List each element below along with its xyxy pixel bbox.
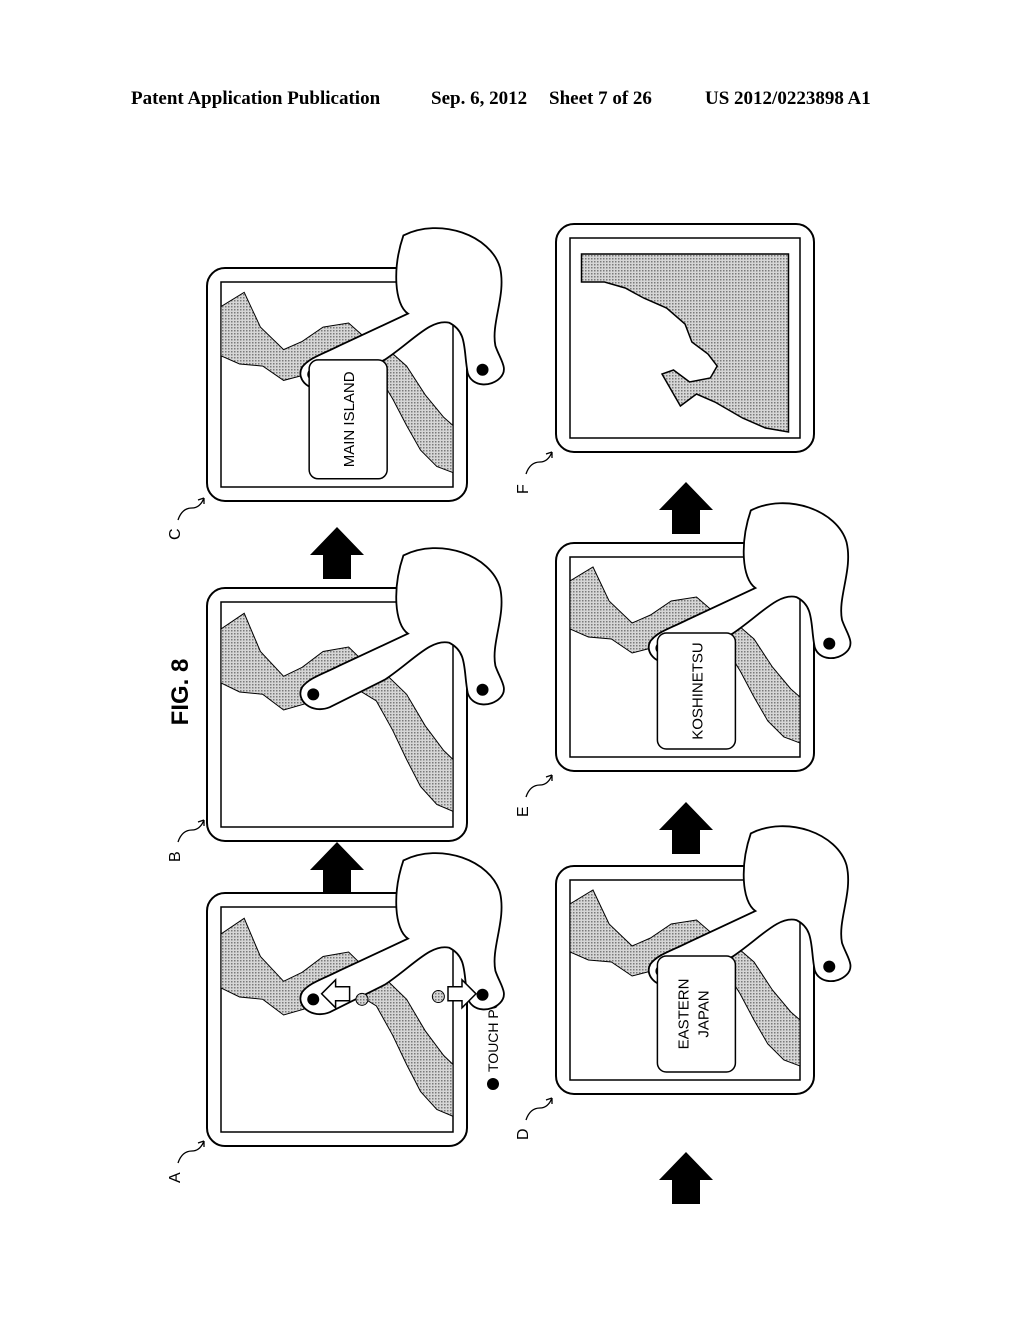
leader-arrow-icon [177, 819, 205, 843]
figure-8-drawing: FIG. 8 TOUCH POINT ABMAIN ISLANDCEASTERN… [167, 223, 852, 1204]
panel-b: B [167, 547, 505, 862]
touch-point-legend-icon [487, 1078, 499, 1090]
panel-label-d: D [515, 1097, 553, 1140]
transition-arrow-icon [659, 802, 713, 854]
touch-point-icon [476, 363, 489, 376]
leader-arrow-icon [177, 1140, 205, 1164]
touch-point-icon [476, 988, 489, 1001]
figure-title: FIG. 8 [167, 659, 194, 726]
transition-arrow-icon [310, 527, 364, 579]
region-name-text: JAPAN [695, 990, 712, 1037]
panel-label-f: F [515, 451, 553, 494]
leader-arrow-icon [525, 774, 553, 798]
svg-text:E: E [515, 806, 532, 817]
leader-arrow-icon [177, 497, 205, 521]
panel-label-c: C [167, 497, 205, 540]
previous-touch-point-icon [431, 990, 445, 1004]
panel-e: KOSHINETSU E [515, 502, 852, 817]
panel-c: MAIN ISLAND C [167, 227, 505, 540]
panel-f: F [515, 223, 815, 494]
panel-label-b: B [167, 819, 205, 862]
touch-point-icon [307, 688, 320, 701]
leader-arrow-icon [525, 451, 553, 475]
svg-text:D: D [515, 1128, 532, 1140]
region-name-text: KOSHINETSU [689, 642, 706, 740]
svg-text:A: A [167, 1172, 184, 1183]
touch-point-icon [823, 960, 836, 973]
leader-arrow-icon [525, 1097, 553, 1121]
previous-touch-point-icon [355, 992, 369, 1006]
svg-text:B: B [167, 851, 184, 862]
transition-arrow-icon [659, 1152, 713, 1204]
svg-text:C: C [167, 528, 184, 540]
panel-label-e: E [515, 774, 553, 817]
panel-a: A [167, 852, 505, 1183]
transition-arrow-icon [659, 482, 713, 534]
panel-label-a: A [167, 1140, 205, 1183]
panel-d: EASTERN JAPAN D [515, 825, 852, 1140]
region-name-text: EASTERN [675, 979, 692, 1050]
touch-point-icon [307, 993, 320, 1006]
touch-point-icon [476, 683, 489, 696]
region-name-text: MAIN ISLAND [341, 371, 358, 467]
svg-text:F: F [515, 484, 532, 494]
transition-arrow-icon [310, 842, 364, 894]
touch-point-icon [823, 637, 836, 650]
